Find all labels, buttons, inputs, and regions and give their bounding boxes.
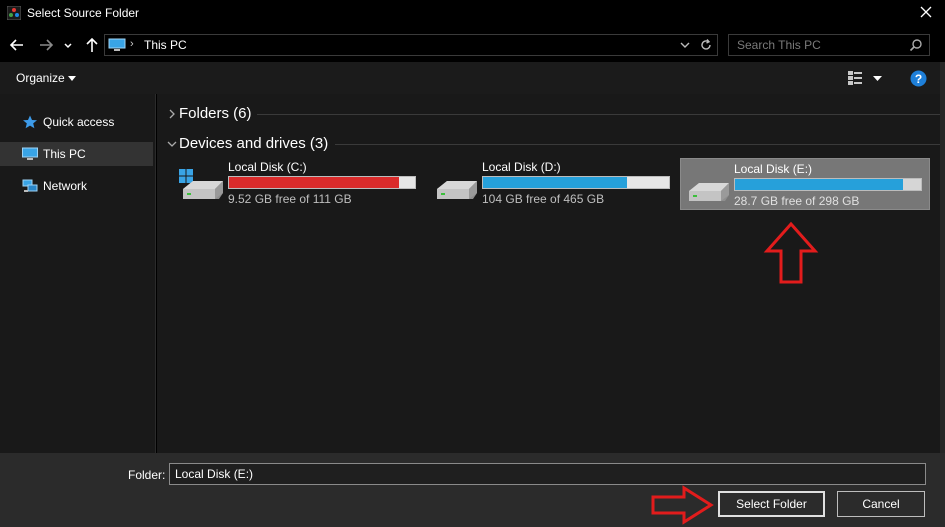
chevron-right-icon[interactable]	[167, 108, 177, 120]
drive-tile-e[interactable]: Local Disk (E:) 28.7 GB free of 298 GB	[680, 158, 930, 210]
nav-item-quick-access[interactable]: Quick access	[0, 110, 153, 134]
drive-free-space: 28.7 GB free of 298 GB	[734, 194, 860, 208]
cancel-button[interactable]: Cancel	[837, 491, 925, 517]
navigation-bar: › This PC Search This PC	[0, 28, 945, 62]
group-divider	[335, 144, 941, 145]
window-title: Select Source Folder	[27, 6, 140, 20]
windows-logo-icon	[179, 169, 193, 183]
search-box[interactable]: Search This PC	[728, 34, 930, 56]
drive-usage-bar	[482, 176, 670, 189]
chevron-down-icon[interactable]	[679, 39, 691, 51]
windows-drive-icon	[179, 169, 223, 199]
folder-label: Folder:	[128, 468, 166, 482]
drive-usage-fill	[483, 177, 628, 188]
search-icon[interactable]	[909, 38, 923, 52]
computer-icon	[22, 147, 38, 160]
command-bar: Organize ?	[0, 62, 945, 94]
address-bar[interactable]: › This PC	[104, 34, 718, 56]
star-icon	[23, 115, 37, 129]
app-icon	[7, 6, 21, 20]
folder-field[interactable]	[169, 463, 926, 485]
drive-usage-fill	[735, 179, 904, 190]
drive-usage-fill	[229, 177, 399, 188]
nav-item-label: Network	[43, 179, 88, 193]
recent-locations-chevron-icon[interactable]	[62, 36, 74, 54]
up-arrow-icon[interactable]	[83, 36, 101, 54]
nav-item-this-pc[interactable]: This PC	[0, 142, 153, 166]
navigation-pane: Quick access This PC Network	[0, 94, 156, 453]
drive-free-space: 9.52 GB free of 111 GB	[228, 192, 352, 206]
hard-drive-icon	[689, 183, 729, 201]
group-header-devices[interactable]: Devices and drives (3)	[165, 133, 941, 155]
close-icon[interactable]	[918, 4, 934, 20]
dialog-footer: Folder: Select Folder Cancel	[0, 453, 945, 527]
select-folder-button[interactable]: Select Folder	[718, 491, 825, 517]
network-icon	[22, 179, 38, 192]
chevron-down-icon[interactable]	[167, 138, 177, 150]
annotation-right-arrow-icon	[651, 485, 714, 525]
nav-item-label: This PC	[43, 147, 86, 161]
hard-drive-icon	[437, 181, 477, 199]
nav-item-label: Quick access	[43, 115, 115, 129]
drive-usage-bar	[228, 176, 416, 189]
computer-icon	[108, 38, 126, 51]
title-bar: Select Source Folder	[0, 0, 945, 28]
drive-name: Local Disk (E:)	[734, 162, 813, 176]
nav-item-network[interactable]: Network	[0, 174, 153, 198]
view-options-caret-icon[interactable]	[873, 76, 882, 81]
annotation-up-arrow-icon	[763, 221, 819, 284]
drive-tile-c[interactable]: Local Disk (C:) 9.52 GB free of 111 GB	[175, 157, 425, 209]
group-label: Devices and drives (3)	[179, 135, 329, 152]
address-separator[interactable]: ›	[130, 38, 134, 50]
organize-button[interactable]: Organize	[16, 71, 65, 85]
drive-usage-bar	[734, 178, 922, 191]
forward-arrow-icon[interactable]	[37, 36, 55, 54]
address-location[interactable]: This PC	[144, 38, 187, 52]
change-view-icon[interactable]	[848, 70, 862, 86]
drive-name: Local Disk (D:)	[482, 160, 561, 174]
drive-name: Local Disk (C:)	[228, 160, 307, 174]
content-pane: Folders (6) Devices and drives (3) Local…	[157, 94, 945, 453]
group-header-folders[interactable]: Folders (6)	[165, 103, 941, 125]
search-input[interactable]: Search This PC	[737, 38, 821, 52]
group-label: Folders (6)	[179, 105, 252, 122]
svg-text:?: ?	[915, 72, 922, 86]
back-arrow-icon[interactable]	[8, 36, 26, 54]
group-divider	[257, 114, 941, 115]
help-icon[interactable]: ?	[910, 70, 927, 87]
refresh-icon[interactable]	[699, 38, 713, 52]
drive-free-space: 104 GB free of 465 GB	[482, 192, 605, 206]
drive-tile-d[interactable]: Local Disk (D:) 104 GB free of 465 GB	[429, 157, 679, 209]
organize-caret-icon[interactable]	[68, 76, 76, 81]
